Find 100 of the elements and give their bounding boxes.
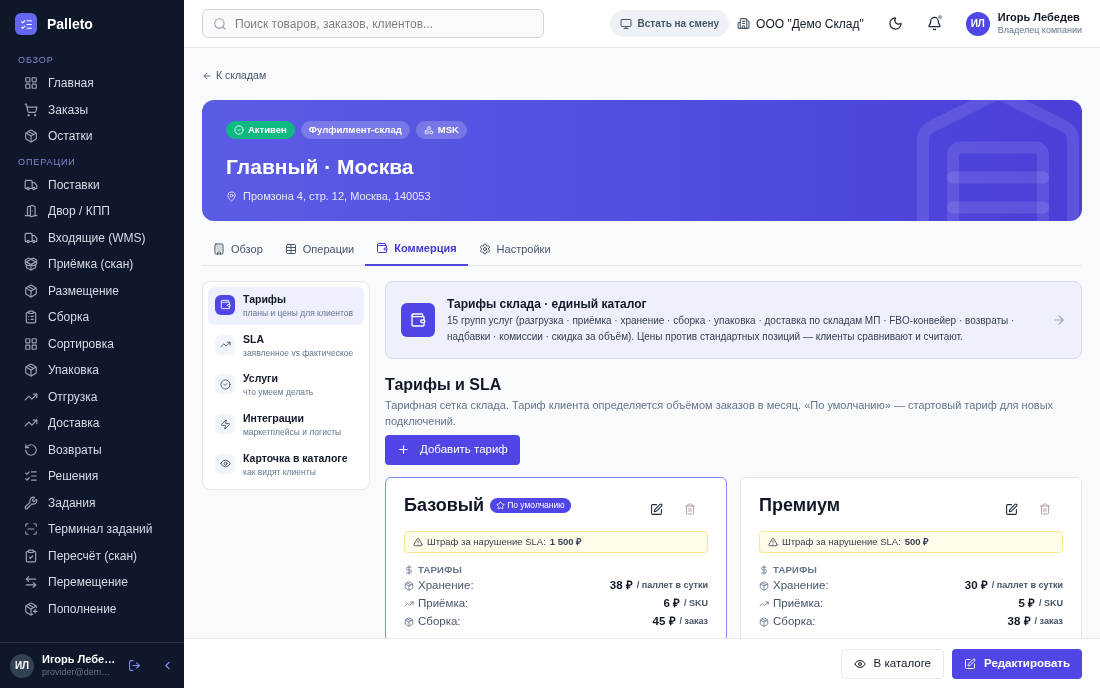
tariff-name: Базовый [404, 493, 485, 517]
sidebar-item[interactable]: Пополнение [14, 595, 170, 622]
edit-icon[interactable] [650, 502, 663, 516]
sidebar-item[interactable]: Заказы [14, 96, 170, 123]
tab[interactable]: Настройки [467, 232, 562, 266]
info-card[interactable] [385, 280, 1082, 359]
box-icon [24, 257, 38, 272]
submenu-title: Интеграции [243, 412, 305, 426]
search-field[interactable]: Поиск товаров, заказов, клиентов... [202, 9, 544, 38]
edit-icon[interactable] [1005, 502, 1018, 516]
rate-label: Сборка: [773, 614, 816, 630]
trend-icon [759, 599, 769, 609]
sidebar-item[interactable]: Размещение [14, 277, 170, 304]
arrow-left-icon [202, 70, 212, 81]
building-icon [213, 243, 225, 256]
door-icon [24, 204, 38, 219]
rate-unit: / SKU [1039, 597, 1063, 611]
tab[interactable]: Обзор [202, 232, 274, 266]
sidebar-item[interactable]: Перемещение [14, 569, 170, 596]
box-icon [404, 581, 414, 591]
sidebar-item[interactable]: Отгрузка [14, 383, 170, 410]
submenu-title: Тарифы [243, 292, 287, 306]
sidebar-item[interactable]: Пересчёт (скан) [14, 542, 170, 569]
sidebar-item[interactable]: Остатки [14, 123, 170, 150]
logo-icon [15, 13, 37, 35]
tab[interactable]: Коммерция [365, 232, 468, 266]
tariff-name: Премиум [759, 493, 841, 517]
wrench-icon [24, 495, 38, 510]
submenu-item[interactable]: Услуги что умеем делать [208, 366, 364, 404]
notification-button[interactable] [926, 16, 942, 31]
swap-icon [24, 575, 38, 590]
box-icon [24, 601, 38, 616]
back-link[interactable]: К складам [202, 68, 1082, 84]
user-name: Игорь Лебе… [42, 653, 116, 667]
rate-unit: / заказ [1034, 615, 1063, 629]
box-icon [24, 283, 38, 298]
edit-button[interactable]: Редактировать [952, 648, 1082, 679]
rate-value: 38 ₽ [609, 578, 633, 594]
sidebar-item[interactable]: Главная [14, 70, 170, 97]
user-name: Игорь Лебедев [997, 11, 1081, 25]
dollar-icon [759, 564, 769, 575]
catalog-button[interactable]: В каталоге [840, 648, 944, 679]
submenu-item[interactable]: Карточка в каталоге как видят клиенты [208, 445, 364, 484]
warning-icon [413, 536, 423, 547]
search-icon [213, 16, 227, 31]
avatar[interactable]: ИЛ [965, 11, 990, 36]
submenu-item[interactable]: Тарифы планы и цены для клиентов [208, 286, 364, 325]
rate-label: Сборка: [418, 614, 461, 630]
rate-value: 30 ₽ [964, 578, 988, 594]
sidebar-item[interactable]: Двор / КПП [14, 198, 170, 225]
sidebar-item[interactable]: Упаковка [14, 357, 170, 384]
submenu-subtitle: планы и цены для клиентов [243, 307, 354, 319]
rate-label: Приёмка: [773, 596, 824, 612]
logout-icon[interactable] [128, 659, 141, 672]
section-label: ОПЕРАЦИИ [17, 155, 77, 169]
eye-icon [215, 453, 235, 474]
sidebar-item[interactable]: Сборка [14, 304, 170, 331]
edit-icon [964, 657, 976, 670]
sidebar-item[interactable]: Доставка [14, 410, 170, 437]
shift-button[interactable]: Встать на смену [609, 10, 730, 37]
grid-icon [24, 336, 38, 351]
tab[interactable]: Операции [273, 232, 366, 266]
sidebar-item[interactable]: Решения [14, 463, 170, 490]
scan-icon [24, 522, 38, 537]
sidebar-item[interactable]: Входящие (WMS) [14, 224, 170, 251]
search-input[interactable]: Поиск товаров, заказов, клиентов... [235, 14, 533, 33]
sidebar-item[interactable]: Задания [14, 489, 170, 516]
submenu-item[interactable]: SLA заявленное vs фактическое [208, 326, 364, 365]
rate-value: 5 ₽ [1018, 596, 1035, 612]
rate-unit: / паллет в сутки [636, 579, 708, 593]
add-tariff-button[interactable]: Добавить тариф [385, 434, 520, 465]
sidebar-item[interactable]: Приёмка (скан) [14, 251, 170, 278]
sidebar-item[interactable]: Возвраты [14, 436, 170, 463]
box-icon [24, 363, 38, 378]
lightning-icon [215, 414, 235, 434]
theme-icon[interactable] [887, 16, 903, 31]
trend-icon [404, 599, 414, 609]
wallet-icon [215, 294, 235, 315]
sidebar-item[interactable]: Терминал заданий [14, 516, 170, 543]
rotate-icon [24, 442, 38, 457]
sidebar-item[interactable]: Сортировка [14, 330, 170, 357]
pin-icon [226, 191, 237, 202]
company-name[interactable]: ООО "Демо Склад" [756, 14, 864, 33]
submenu-title: SLA [243, 332, 265, 346]
sidebar-item[interactable]: Поставки [14, 171, 170, 198]
monitor-icon [619, 17, 632, 30]
box-icon [759, 581, 769, 591]
section-description: Тарифная сетка склада. Тариф клиента определяется объёмом заказов в месяц. «По умолчанию» — стартовый тариф для новых подключений. [385, 397, 1055, 429]
rates-heading: ТАРИФЫ [773, 562, 818, 577]
avatar: ИЛ [10, 653, 34, 678]
truck-icon [24, 230, 38, 245]
penalty-value: 1 500 ₽ [549, 534, 583, 549]
submenu-subtitle: что умеем делать [243, 387, 314, 398]
hero-badge: Фулфилмент-склад [300, 120, 410, 139]
rate-value: 45 ₽ [652, 614, 676, 630]
rate-label: Хранение: [418, 578, 474, 594]
penalty-label: Штраф за нарушение SLA: [782, 534, 901, 549]
submenu-item[interactable]: Интеграции маркетплейсы и логисты [208, 406, 364, 444]
rates-heading: ТАРИФЫ [418, 562, 463, 577]
settings-icon [478, 243, 491, 256]
